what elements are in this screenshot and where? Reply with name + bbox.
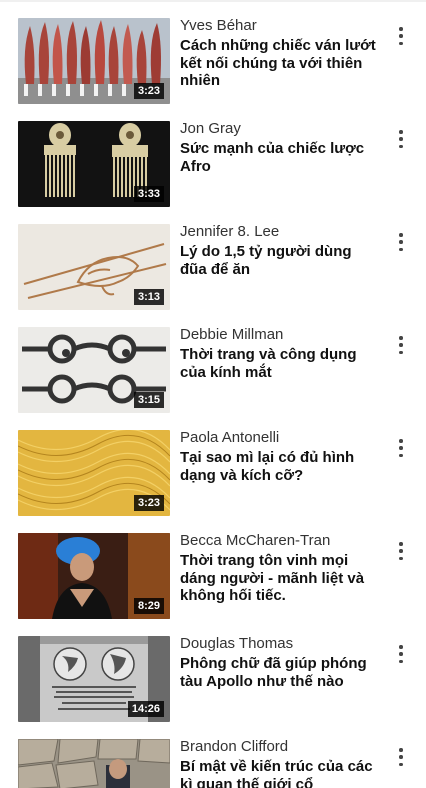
- apollo-plaque-thumbnail[interactable]: 14:26: [18, 636, 170, 722]
- noodles-thumbnail[interactable]: 3:23: [18, 430, 170, 516]
- video-meta: Yves Béhar Cách những chiếc ván lướt kết…: [180, 16, 380, 90]
- video-item[interactable]: 3:33 Jon Gray Sức mạnh của chiếc lược Af…: [0, 107, 426, 207]
- speaker-name: Debbie Millman: [180, 326, 284, 343]
- video-item[interactable]: 3:15 Debbie Millman Thời trang và công d…: [0, 313, 426, 413]
- video-meta: Douglas Thomas Phông chữ đã giúp phóng t…: [180, 634, 380, 690]
- duration-badge: 8:29: [133, 598, 164, 614]
- speaker-name: Brandon Clifford: [180, 738, 289, 755]
- video-title[interactable]: Bí mật về kiến trúc của các kì quan thế …: [180, 758, 380, 788]
- video-meta: Debbie Millman Thời trang và công dụng c…: [180, 325, 380, 381]
- video-item[interactable]: 8:29 Becca McCharen-Tran Thời trang tôn …: [0, 519, 426, 619]
- video-item[interactable]: Brandon Clifford Bí mật về kiến trúc của…: [0, 725, 426, 788]
- top-divider: [0, 0, 426, 2]
- more-vertical-icon[interactable]: [394, 129, 408, 149]
- speaker-stage-thumbnail[interactable]: 8:29: [18, 533, 170, 619]
- eyeglasses-thumbnail[interactable]: 3:15: [18, 327, 170, 413]
- chopsticks-hand-thumbnail[interactable]: 3:13: [18, 224, 170, 310]
- speaker-name: Paola Antonelli: [180, 429, 280, 446]
- video-title[interactable]: Thời trang tôn vinh mọi dáng người - mãn…: [180, 552, 380, 605]
- video-meta: Brandon Clifford Bí mật về kiến trúc của…: [180, 737, 380, 788]
- video-item[interactable]: 3:23 Yves Béhar Cách những chiếc ván lướ…: [0, 4, 426, 104]
- more-vertical-icon[interactable]: [394, 26, 408, 46]
- video-meta: Paola Antonelli Tại sao mì lại có đủ hìn…: [180, 428, 380, 484]
- video-meta: Jon Gray Sức mạnh của chiếc lược Afro: [180, 119, 380, 175]
- duration-badge: 3:23: [133, 495, 164, 511]
- speaker-name: Jon Gray: [180, 120, 241, 137]
- more-vertical-icon[interactable]: [394, 747, 408, 767]
- video-title[interactable]: Phông chữ đã giúp phóng tàu Apollo như t…: [180, 655, 380, 690]
- speaker-name: Becca McCharen-Tran: [180, 532, 331, 549]
- duration-badge: 3:23: [133, 83, 164, 99]
- duration-badge: 3:33: [133, 186, 164, 202]
- video-title[interactable]: Tại sao mì lại có đủ hình dạng và kích c…: [180, 449, 380, 484]
- video-item[interactable]: 3:13 Jennifer 8. Lee Lý do 1,5 tỷ người …: [0, 210, 426, 310]
- more-vertical-icon[interactable]: [394, 644, 408, 664]
- duration-badge: 3:15: [133, 392, 164, 408]
- video-title[interactable]: Cách những chiếc ván lướt kết nối chúng …: [180, 37, 380, 90]
- video-item[interactable]: 3:23 Paola Antonelli Tại sao mì lại có đ…: [0, 416, 426, 516]
- more-vertical-icon[interactable]: [394, 541, 408, 561]
- more-vertical-icon[interactable]: [394, 335, 408, 355]
- video-item[interactable]: 14:26 Douglas Thomas Phông chữ đã giúp p…: [0, 622, 426, 722]
- speaker-name: Yves Béhar: [180, 17, 257, 34]
- more-vertical-icon[interactable]: [394, 438, 408, 458]
- stone-wall-thumbnail[interactable]: [18, 739, 170, 788]
- duration-badge: 3:13: [133, 289, 164, 305]
- video-title[interactable]: Lý do 1,5 tỷ người dùng đũa để ăn: [180, 243, 380, 278]
- video-meta: Becca McCharen-Tran Thời trang tôn vinh …: [180, 531, 380, 605]
- speaker-name: Douglas Thomas: [180, 635, 294, 652]
- video-meta: Jennifer 8. Lee Lý do 1,5 tỷ người dùng …: [180, 222, 380, 278]
- duration-badge: 14:26: [127, 701, 164, 717]
- afro-combs-thumbnail[interactable]: 3:33: [18, 121, 170, 207]
- speaker-name: Jennifer 8. Lee: [180, 223, 280, 240]
- more-vertical-icon[interactable]: [394, 232, 408, 252]
- video-title[interactable]: Sức mạnh của chiếc lược Afro: [180, 140, 380, 175]
- surfboards-thumbnail[interactable]: 3:23: [18, 18, 170, 104]
- video-title[interactable]: Thời trang và công dụng của kính mắt: [180, 346, 380, 381]
